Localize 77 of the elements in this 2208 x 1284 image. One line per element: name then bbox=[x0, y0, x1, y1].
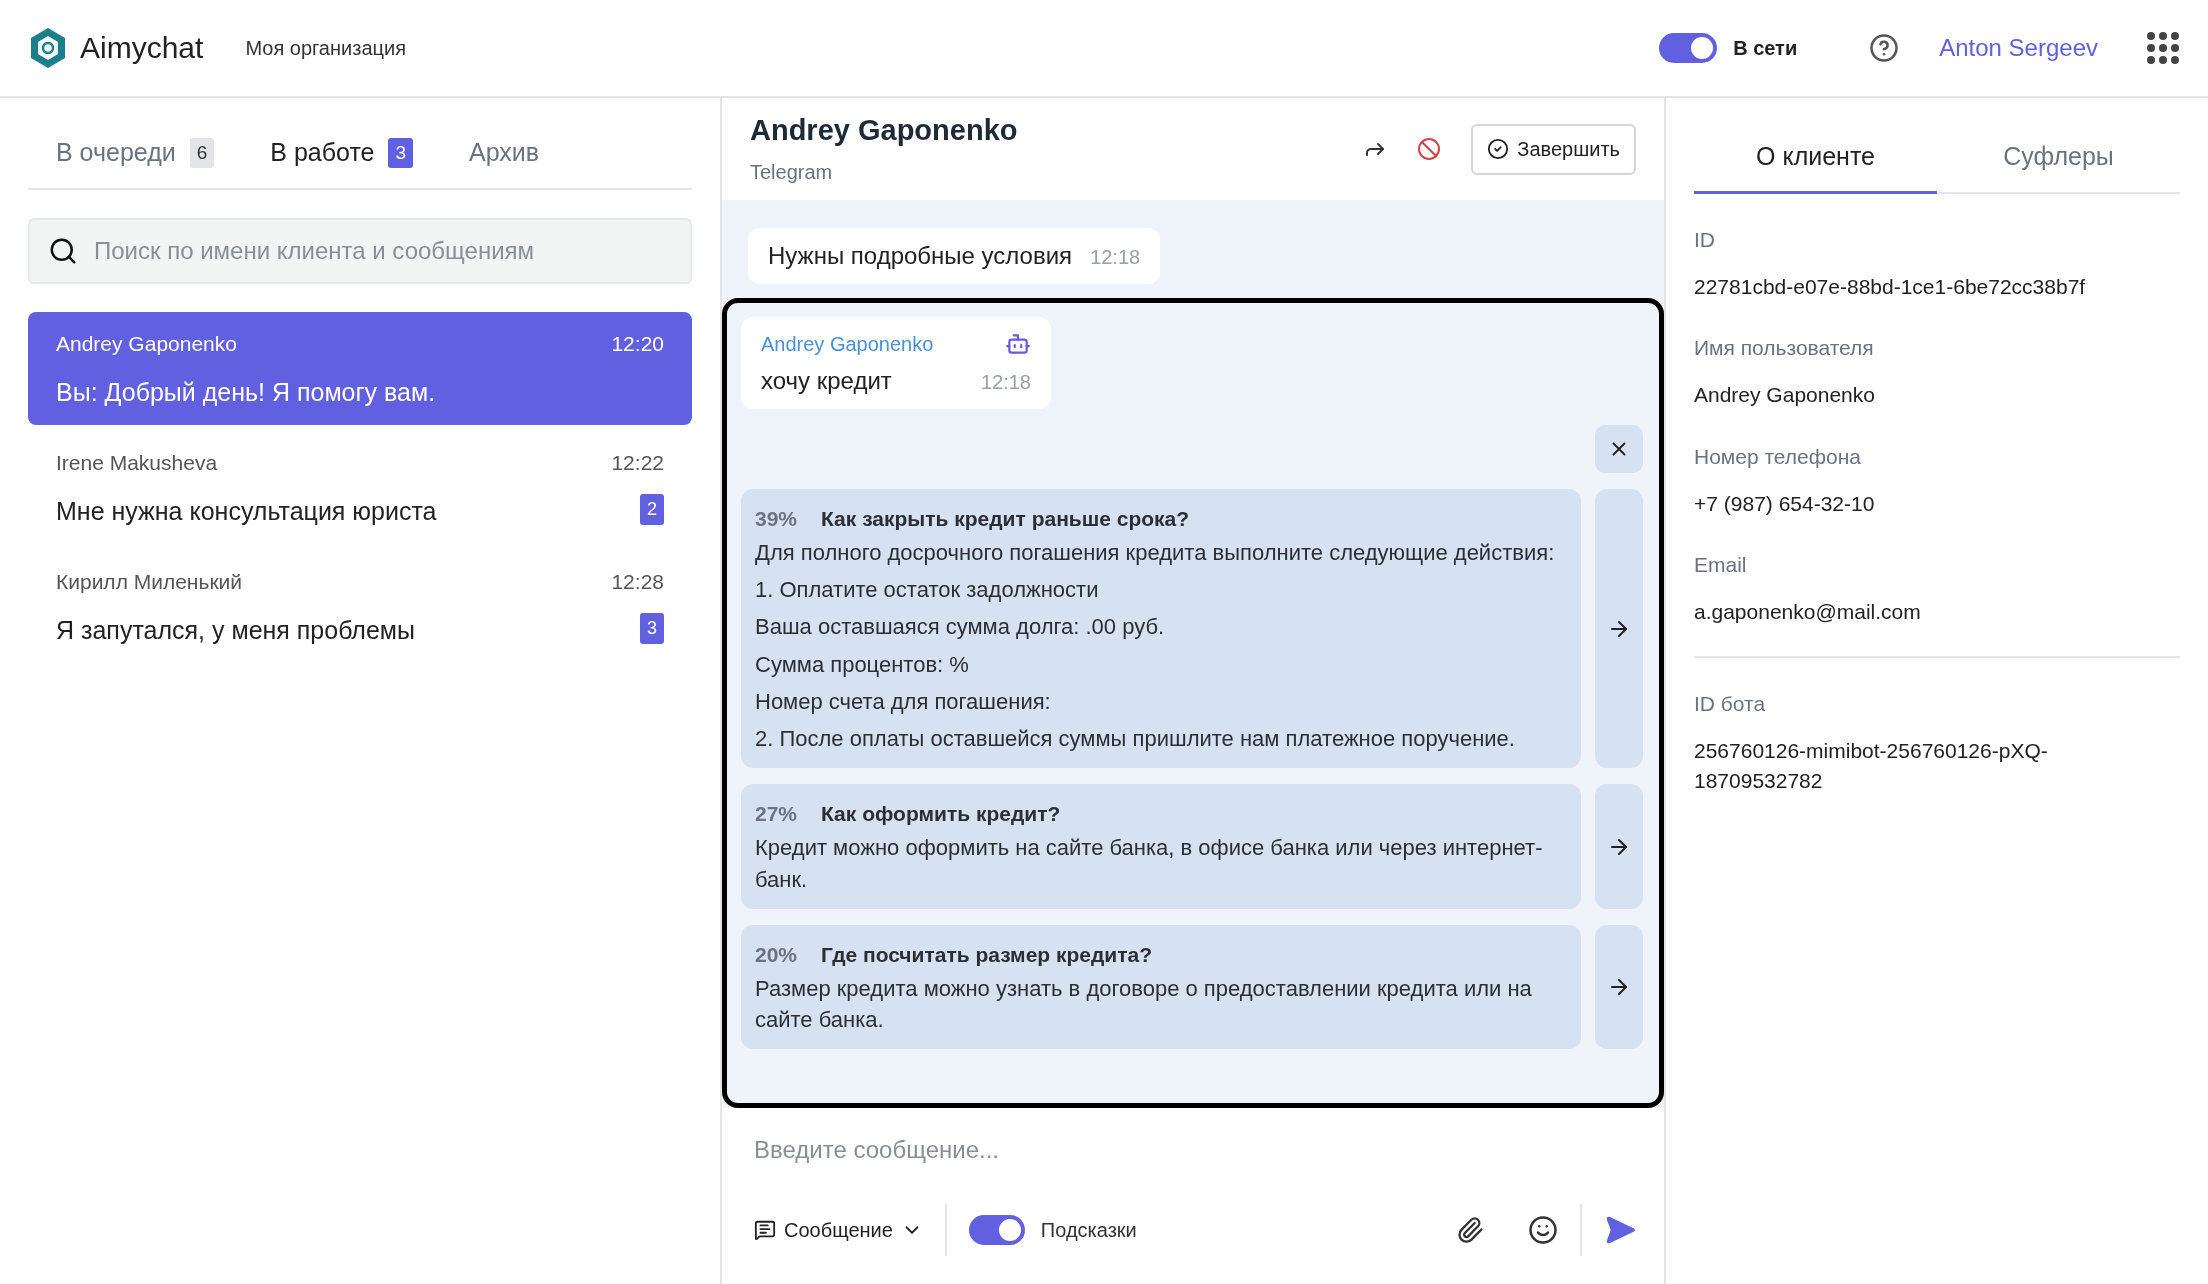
panel-tab[interactable]: Суфлеры bbox=[1937, 142, 2180, 194]
message-time: 12:28 bbox=[611, 570, 664, 594]
search-field[interactable]: Поиск по имени клиента и сообщениям bbox=[28, 218, 692, 284]
count-badge: 3 bbox=[388, 138, 414, 168]
suggestion-question: Как закрыть кредит раньше срока? bbox=[821, 507, 1190, 530]
hints-label: Подсказки bbox=[1040, 1218, 1137, 1242]
suggestion-text: Размер кредита можно узнать в договоре о предоставлении кредита или на сайте банка. bbox=[755, 974, 1533, 1035]
suggestion-card[interactable] bbox=[741, 489, 1581, 769]
field-value: a.gaponenko@mail.com bbox=[1694, 599, 1922, 626]
unread-badge: 2 bbox=[640, 494, 664, 525]
organization-name: Моя организация bbox=[245, 36, 406, 60]
suggestion-text: Сумма процентов: % bbox=[755, 650, 970, 679]
message-time: 12:18 bbox=[980, 371, 1031, 394]
suggestion-text: Ваша оставшаяся сумма долга: .00 руб. bbox=[755, 613, 1166, 642]
send-icon[interactable] bbox=[1604, 1214, 1636, 1246]
message-time: 12:22 bbox=[611, 451, 664, 475]
field-label: Номер телефона bbox=[1694, 444, 1862, 469]
message-text: хочу кредит bbox=[761, 367, 892, 395]
check-circle-icon bbox=[1487, 138, 1510, 160]
chat-list-item[interactable]: Andrey Gaponenko 12:20 Вы: Добрый день! Я помогу вам. bbox=[28, 312, 692, 425]
field-label: Email bbox=[1694, 553, 1748, 578]
conversation-title: Andrey Gaponenko bbox=[750, 114, 1018, 147]
match-score: 39% bbox=[755, 507, 798, 530]
suggestion-text: Для полного досрочного погашения кредита выполните следующие действия: bbox=[755, 539, 1556, 567]
search-icon bbox=[48, 236, 78, 266]
field-value: 22781cbd-e07e-88bd-1ce1-6be72cc38b7f bbox=[1694, 274, 2087, 300]
finish-button[interactable]: Завершить bbox=[1471, 123, 1636, 175]
field-value: 256760126-mimibot-256760126-pXQ-18709532782 bbox=[1694, 737, 2049, 795]
unread-badge: 3 bbox=[640, 613, 664, 644]
robot-icon bbox=[1005, 331, 1031, 357]
field-value: +7 (987) 654-32-10 bbox=[1694, 490, 1876, 517]
message-time: 12:18 bbox=[1090, 246, 1141, 269]
match-score: 20% bbox=[755, 942, 798, 966]
last-message: Вы: Добрый день! Я помогу вам. bbox=[56, 378, 436, 407]
user-name-link[interactable]: Anton Sergeev bbox=[1939, 34, 2098, 62]
status-toggle[interactable] bbox=[1659, 33, 1718, 63]
field-label: ID bbox=[1694, 228, 1716, 252]
chat-list-item[interactable]: Irene Makusheva 12:22 Мне нужна консультация юриста 2 bbox=[28, 431, 692, 544]
suggestion-card[interactable]: 27% Как оформить кредит? Кредит можно оформить на сайте банка, в офисе банка или через интернет-банк. bbox=[741, 784, 1581, 909]
logo-icon bbox=[28, 26, 68, 70]
queue-tab[interactable]: Архив bbox=[441, 138, 568, 196]
status-label: В сети bbox=[1733, 36, 1798, 60]
count-badge: 6 bbox=[189, 138, 215, 168]
logo-text: Aimychat bbox=[80, 31, 204, 65]
client-name: Andrey Gaponenko bbox=[56, 332, 237, 356]
message-icon bbox=[754, 1219, 776, 1241]
apps-grid-icon[interactable] bbox=[2146, 31, 2180, 65]
suggestion-question: Как оформить кредит? bbox=[821, 802, 1061, 826]
message-type-dropdown[interactable]: Сообщение bbox=[754, 1218, 923, 1242]
message-text: Нужны подробные условия bbox=[768, 242, 1073, 270]
client-name: Кирилл Миленький bbox=[56, 570, 243, 594]
message-time: 12:20 bbox=[611, 332, 664, 356]
close-button[interactable] bbox=[1595, 425, 1643, 473]
field-label: ID бота bbox=[1694, 691, 1767, 716]
suggestion-text: Номер счета для погашения: bbox=[755, 687, 1052, 716]
suggestion-card[interactable]: 20% Где посчитать размер кредита? Размер кредита можно узнать в договоре о предоставлении кредита или на сайте банка. bbox=[741, 924, 1581, 1050]
suggestion-text: 1. Оплатите остаток задолжности bbox=[755, 576, 1100, 605]
emoji-icon[interactable] bbox=[1528, 1215, 1558, 1245]
suggestion-text: 2. После оплаты оставшейся суммы пришлите нам платежное поручение. bbox=[755, 725, 1516, 754]
match-score: 27% bbox=[755, 802, 798, 826]
suggestion-text: Кредит можно оформить на сайте банка, в офисе банка или через интернет-банк. bbox=[755, 834, 1544, 894]
suggestion-question: Где посчитать размер кредита? bbox=[821, 942, 1153, 966]
panel-tab[interactable]: О клиенте bbox=[1694, 142, 1937, 194]
chat-list-item[interactable]: Кирилл Миленький 12:28 Я запутался, у меня проблемы 3 bbox=[28, 550, 692, 663]
attach-icon[interactable] bbox=[1456, 1216, 1484, 1244]
field-value: Andrey Gaponenko bbox=[1694, 382, 1876, 409]
sender-name: Andrey Gaponenko bbox=[761, 332, 934, 356]
client-name: Irene Makusheva bbox=[56, 451, 218, 475]
block-icon[interactable] bbox=[1417, 137, 1442, 161]
last-message: Мне нужна консультация юриста bbox=[56, 497, 437, 526]
queue-tab[interactable]: В работе 3 bbox=[242, 138, 442, 196]
queue-tab[interactable]: В очереди 6 bbox=[28, 138, 243, 196]
last-message: Я запутался, у меня проблемы bbox=[56, 616, 415, 645]
channel-name: Telegram bbox=[750, 161, 834, 184]
hints-toggle[interactable] bbox=[968, 1215, 1025, 1245]
help-icon[interactable] bbox=[1869, 33, 1900, 63]
field-label: Имя пользователя bbox=[1694, 336, 1875, 361]
